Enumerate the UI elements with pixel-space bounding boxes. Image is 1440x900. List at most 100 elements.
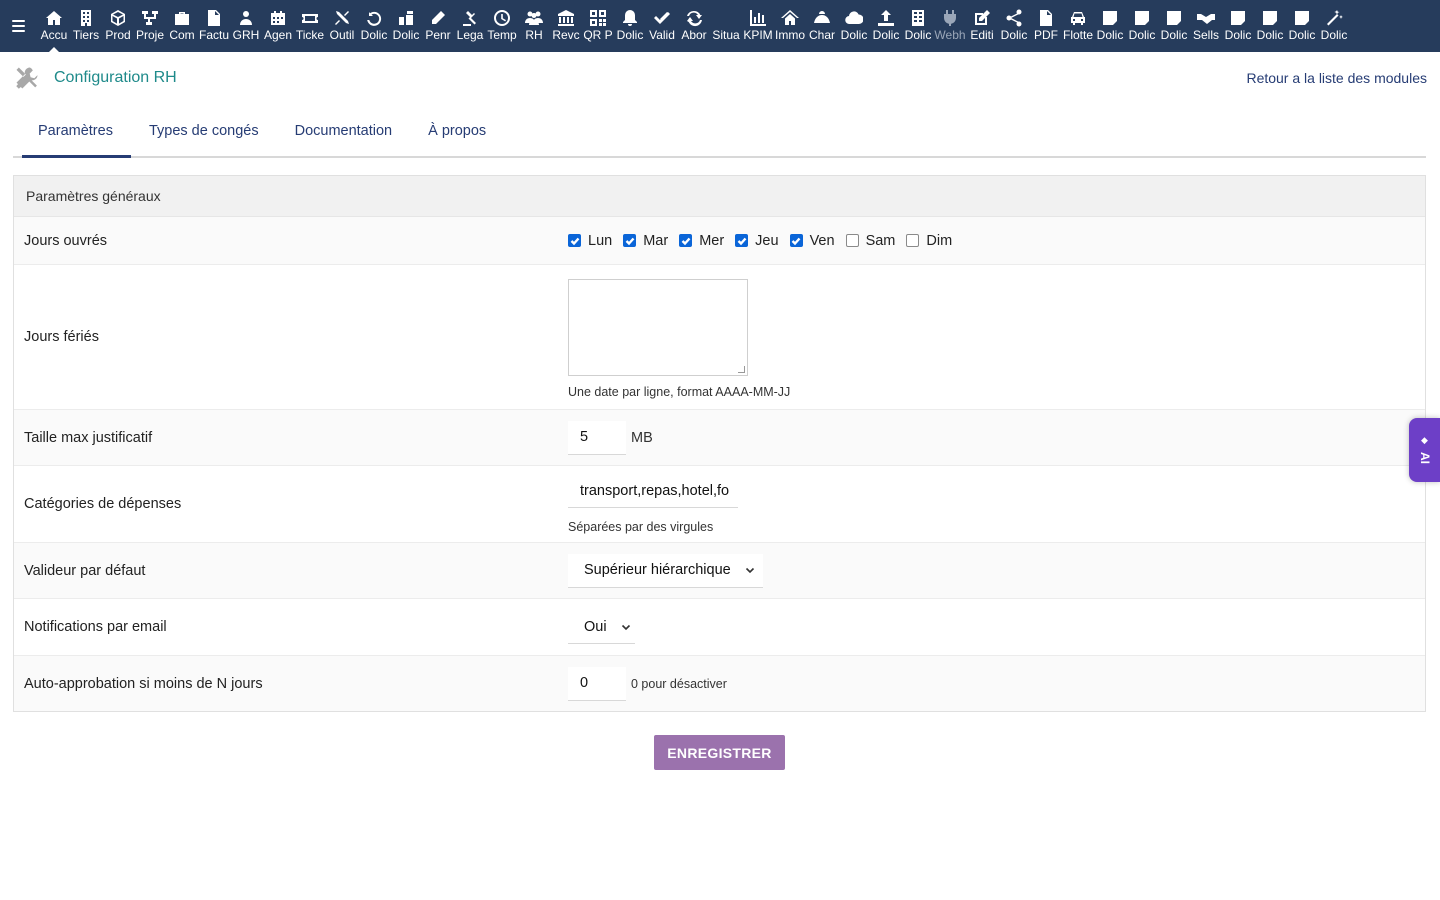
day-jeu[interactable]: Jeu <box>735 233 779 249</box>
checkbox-dim[interactable] <box>906 234 920 247</box>
module-dolic-27[interactable]: Dolic <box>902 0 934 52</box>
checkbox-sam[interactable] <box>845 234 859 247</box>
module-dolic-35[interactable]: Dolic <box>1158 0 1190 52</box>
module-webh-28[interactable]: Webh <box>934 0 966 52</box>
module-grh-6[interactable]: GRH <box>230 0 262 52</box>
module-abor-20[interactable]: Abor <box>678 0 710 52</box>
checkbox-jeu[interactable] <box>735 234 749 247</box>
module-accu-0[interactable]: Accu <box>38 0 70 52</box>
module-dolic-39[interactable]: Dolic <box>1286 0 1318 52</box>
pen-icon <box>429 9 447 27</box>
bank-icon <box>557 9 575 27</box>
day-mar[interactable]: Mar <box>623 233 668 249</box>
module-ticke-8[interactable]: Ticke <box>294 0 326 52</box>
module-label: Dolic <box>1096 28 1124 42</box>
module-label: Dolic <box>1288 28 1316 42</box>
save-button[interactable]: ENREGISTRER <box>654 735 785 770</box>
module-label: Lega <box>456 28 484 42</box>
auto-approval-hint: 0 pour désactiver <box>631 676 727 691</box>
module-rh-15[interactable]: RH <box>518 0 550 52</box>
module-dolic-38[interactable]: Dolic <box>1254 0 1286 52</box>
tab-types-conges[interactable]: Types de congés <box>131 108 277 156</box>
module-label: Dolic <box>904 28 932 42</box>
tab-documentation[interactable]: Documentation <box>277 108 411 156</box>
tab-parametres[interactable]: Paramètres <box>22 108 131 158</box>
default-validator-select[interactable]: Supérieur hiérarchique <box>568 553 763 588</box>
module-dolic-18[interactable]: Dolic <box>614 0 646 52</box>
auto-approval-input[interactable]: 0 <box>568 666 626 701</box>
module-dolic-37[interactable]: Dolic <box>1222 0 1254 52</box>
module-com-4[interactable]: Com <box>166 0 198 52</box>
module-penr-12[interactable]: Penr <box>422 0 454 52</box>
max-size-unit: MB <box>631 429 653 446</box>
module-editi-29[interactable]: Editi <box>966 0 998 52</box>
module-dolic-11[interactable]: Dolic <box>390 0 422 52</box>
ai-assistant-tab[interactable]: ◆ AI <box>1409 418 1440 482</box>
checkbox-mer[interactable] <box>679 234 693 247</box>
module-outil-9[interactable]: Outil <box>326 0 358 52</box>
checkbox-ven[interactable] <box>789 234 803 247</box>
module-agen-7[interactable]: Agen <box>262 0 294 52</box>
module-label: Dolic <box>1224 28 1252 42</box>
module-dolic-10[interactable]: Dolic <box>358 0 390 52</box>
bell-icon <box>621 9 639 27</box>
checkbox-mar[interactable] <box>623 234 637 247</box>
handshake-icon <box>1197 9 1215 27</box>
blank-icon <box>717 9 735 27</box>
module-prod-2[interactable]: Prod <box>102 0 134 52</box>
module-pdf-31[interactable]: PDF <box>1030 0 1062 52</box>
module-revc-16[interactable]: Revc <box>550 0 582 52</box>
module-factu-5[interactable]: Factu <box>198 0 230 52</box>
module-valid-19[interactable]: Valid <box>646 0 678 52</box>
module-lega-13[interactable]: Lega <box>454 0 486 52</box>
module-label: RH <box>525 28 543 42</box>
module-dolic-40[interactable]: Dolic <box>1318 0 1350 52</box>
row-email-notifications: Notifications par email Oui <box>14 599 1425 656</box>
puzzle-icon <box>397 9 415 27</box>
module-dolic-26[interactable]: Dolic <box>870 0 902 52</box>
max-size-label: Taille max justificatif <box>24 429 153 446</box>
module-situa-21[interactable]: Situa <box>710 0 742 52</box>
people-icon <box>525 9 543 27</box>
module-dolic-33[interactable]: Dolic <box>1094 0 1126 52</box>
expense-categories-hint: Séparées par des virgules <box>568 520 714 534</box>
module-flotte-32[interactable]: Flotte <box>1062 0 1094 52</box>
day-mer[interactable]: Mer <box>679 233 724 249</box>
module-label: Tiers <box>72 28 100 42</box>
module-sells-36[interactable]: Sells <box>1190 0 1222 52</box>
plug-icon <box>941 9 959 27</box>
module-label: Prod <box>105 28 131 42</box>
building-alt-icon <box>909 9 927 27</box>
day-sam[interactable]: Sam <box>845 233 895 249</box>
hamburger-icon[interactable] <box>0 0 34 52</box>
module-temp-14[interactable]: Temp <box>486 0 518 52</box>
page-title: Configuration RH <box>54 69 177 86</box>
module-char-24[interactable]: Char <box>806 0 838 52</box>
max-size-input[interactable]: 5 <box>568 420 626 455</box>
module-dolic-25[interactable]: Dolic <box>838 0 870 52</box>
back-to-modules-link[interactable]: Retour a la liste des modules <box>1246 70 1427 86</box>
module-proje-3[interactable]: Proje <box>134 0 166 52</box>
building-icon <box>77 9 95 27</box>
module-tiers-1[interactable]: Tiers <box>70 0 102 52</box>
house-icon <box>781 9 799 27</box>
day-ven[interactable]: Ven <box>789 233 835 249</box>
email-notifications-select[interactable]: Oui <box>568 610 635 644</box>
ai-tab-label: AI <box>1417 452 1432 464</box>
module-label: Factu <box>198 28 229 42</box>
module-label: GRH <box>232 28 260 42</box>
holidays-textarea[interactable] <box>568 279 748 376</box>
calendar-icon <box>269 9 287 27</box>
module-immo-23[interactable]: Immo <box>774 0 806 52</box>
day-lun[interactable]: Lun <box>568 233 612 249</box>
day-dim[interactable]: Dim <box>906 233 952 249</box>
car-icon <box>1069 9 1087 27</box>
tab-a-propos[interactable]: À propos <box>410 108 504 156</box>
module-dolic-34[interactable]: Dolic <box>1126 0 1158 52</box>
module-dolic-30[interactable]: Dolic <box>998 0 1030 52</box>
module-kpim-22[interactable]: KPIM <box>742 0 774 52</box>
module-label: Dolic <box>616 28 644 42</box>
module-qr-p-17[interactable]: QR P <box>582 0 614 52</box>
checkbox-lun[interactable] <box>568 234 581 247</box>
expense-categories-input[interactable]: transport,repas,hotel,fo <box>568 474 738 508</box>
